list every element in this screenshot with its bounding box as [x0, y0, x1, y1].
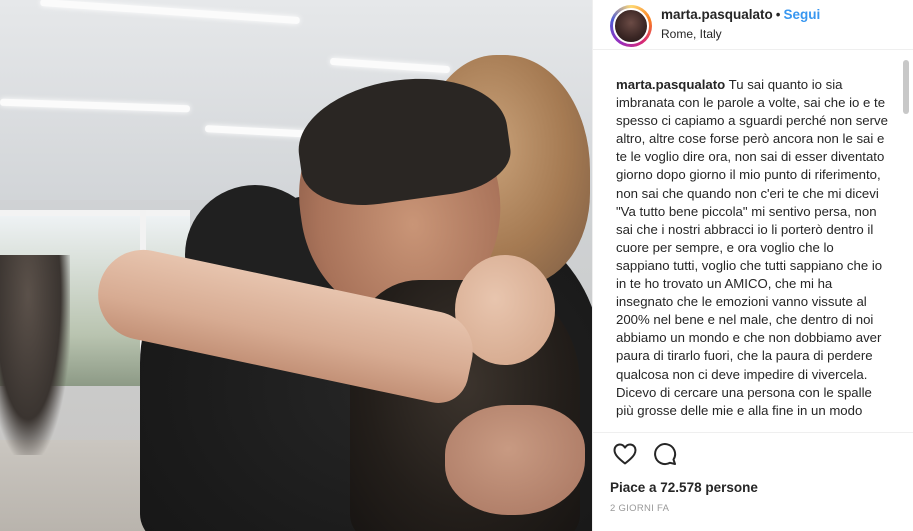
caption-fade [593, 424, 913, 432]
post-side-panel: marta.pasqualato • Segui Rome, Italy marta… [592, 0, 913, 531]
caption-text: Tu sai quanto io sia imbranata con le pa… [616, 77, 888, 418]
comment-icon[interactable] [652, 441, 678, 467]
profile-avatar[interactable] [610, 4, 652, 47]
post-header: marta.pasqualato • Segui Rome, Italy [593, 0, 913, 50]
caption: marta.pasqualato Tu sai quanto io sia im… [593, 52, 913, 420]
post-photo[interactable] [0, 0, 592, 531]
caption-area: marta.pasqualato Tu sai quanto io sia im… [593, 52, 913, 432]
likes-count[interactable]: Piace a 72.578 persone [610, 480, 897, 495]
caption-scrollbar[interactable] [903, 60, 909, 114]
action-icons [610, 433, 897, 467]
caption-username[interactable]: marta.pasqualato [616, 77, 725, 92]
header-text: marta.pasqualato • Segui Rome, Italy [661, 6, 820, 43]
username-link[interactable]: marta.pasqualato [661, 7, 773, 22]
post-container: marta.pasqualato • Segui Rome, Italy marta… [0, 0, 913, 531]
post-actions: Piace a 72.578 persone 2 GIORNI FA [593, 432, 913, 531]
background-person [0, 255, 70, 455]
man-hand [445, 405, 585, 515]
heart-icon[interactable] [612, 441, 638, 467]
location-link[interactable]: Rome, Italy [661, 26, 820, 43]
post-timestamp[interactable]: 2 GIORNI FA [610, 503, 897, 514]
header-top-line: marta.pasqualato • Segui [661, 6, 820, 23]
avatar-image [613, 7, 649, 44]
separator-dot: • [775, 7, 781, 22]
follow-button[interactable]: Segui [784, 7, 821, 22]
